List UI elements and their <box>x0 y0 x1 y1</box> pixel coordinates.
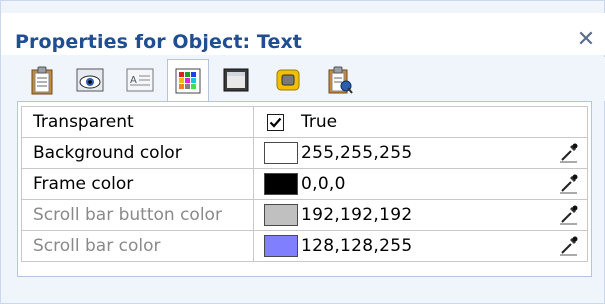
color-swatch[interactable] <box>264 173 298 195</box>
property-value[interactable]: 0,0,0 <box>255 169 587 199</box>
panel-title: Properties for Object: Text <box>15 31 302 53</box>
property-label: Frame color <box>22 169 254 199</box>
tab-visibility[interactable] <box>69 61 111 99</box>
checkbox-label: True <box>301 112 338 132</box>
properties-panel: Properties for Object: Text ✕ A Transpar… <box>0 0 605 304</box>
tab-style[interactable] <box>267 61 309 99</box>
panel-header: Properties for Object: Text ✕ <box>1 13 605 55</box>
property-value[interactable]: 128,128,255 <box>255 231 587 261</box>
property-row-scrollbar-button-color: Scroll bar button color 192,192,192 <box>21 200 588 231</box>
eyedropper-icon[interactable] <box>553 170 583 198</box>
color-value: 192,192,192 <box>301 205 413 225</box>
color-swatch[interactable] <box>264 142 298 164</box>
style-icon <box>276 69 300 91</box>
frame-icon <box>223 68 249 92</box>
svg-text:A: A <box>130 75 137 86</box>
property-value: True <box>255 107 587 137</box>
property-value[interactable]: 255,255,255 <box>255 138 587 168</box>
color-swatch[interactable] <box>264 204 298 226</box>
property-row-frame-color: Frame color 0,0,0 <box>21 169 588 200</box>
property-row-transparent: Transparent True <box>21 107 588 138</box>
property-label: Scroll bar color <box>22 231 254 261</box>
eyedropper-icon[interactable] <box>553 201 583 229</box>
color-value: 128,128,255 <box>301 236 413 256</box>
eyedropper-icon[interactable] <box>553 232 583 260</box>
transparent-checkbox[interactable] <box>267 114 284 131</box>
color-value: 0,0,0 <box>301 174 346 194</box>
close-icon[interactable]: ✕ <box>574 27 598 52</box>
eye-icon <box>76 68 104 92</box>
clipboard-icon <box>31 66 53 95</box>
property-tabs: A <box>1 57 605 101</box>
property-row-background-color: Background color 255,255,255 <box>21 138 588 169</box>
tab-general[interactable] <box>21 61 63 99</box>
property-label: Background color <box>22 138 254 168</box>
property-label: Transparent <box>22 107 254 137</box>
property-label: Scroll bar button color <box>22 200 254 230</box>
text-format-icon: A <box>126 68 154 92</box>
tab-frame[interactable] <box>215 61 257 99</box>
tab-text[interactable]: A <box>119 61 161 99</box>
property-value[interactable]: 192,192,192 <box>255 200 587 230</box>
eyedropper-icon[interactable] <box>553 139 583 167</box>
checkmark-icon <box>269 117 282 128</box>
tab-events[interactable] <box>319 61 361 99</box>
tab-colors[interactable] <box>167 59 209 101</box>
events-icon <box>328 66 353 94</box>
property-grid: Transparent True Background color 255,25… <box>21 106 588 262</box>
color-palette-icon <box>175 68 201 93</box>
property-row-scrollbar-color: Scroll bar color 128,128,255 <box>21 231 588 262</box>
properties-content: Transparent True Background color 255,25… <box>17 101 592 277</box>
color-swatch[interactable] <box>264 235 298 257</box>
color-value: 255,255,255 <box>301 143 413 163</box>
